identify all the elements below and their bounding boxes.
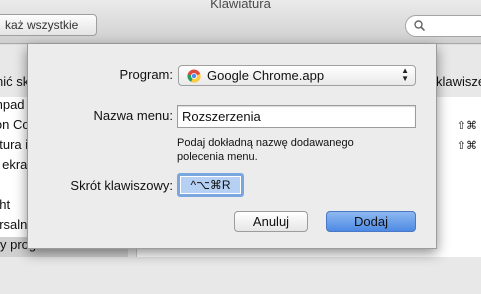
menu-name-field[interactable]: Rozszerzenia — [177, 105, 416, 128]
help-text-line: polecenia menu. — [177, 151, 258, 163]
chevron-updown-icon: ▲ ▼ — [401, 66, 409, 83]
category-item[interactable]: ght — [0, 197, 10, 217]
add-shortcut-sheet: Program: Google Chrome.app ▲ ▼ Nazwa menu… — [27, 44, 437, 249]
help-text-line: Podaj dokładną nazwę dodawanego — [177, 137, 354, 149]
shortcut-keys: ⇧⌘ — [456, 140, 477, 152]
search-input[interactable] — [405, 15, 481, 37]
show-all-button[interactable]: każ wszystkie — [0, 14, 97, 36]
hint-right: klawisze. — [436, 74, 481, 89]
chrome-icon — [187, 69, 201, 83]
search-icon — [414, 20, 425, 31]
program-popup[interactable]: Google Chrome.app ▲ ▼ — [178, 65, 416, 86]
window-title: Klawiatura — [210, 0, 271, 11]
shortcut-value: ^⌥⌘R — [181, 177, 240, 193]
program-label: Program: — [119, 67, 173, 82]
shortcut-label: Skrót klawiszowy: — [70, 178, 173, 193]
window-titlebar: Klawiatura każ wszystkie — [0, 0, 481, 44]
shortcut-field[interactable]: ^⌥⌘R — [177, 173, 244, 197]
help-text: Podaj dokładną nazwę dodawanego poleceni… — [177, 136, 407, 164]
cancel-button[interactable]: Anuluj — [234, 211, 308, 232]
program-value: Google Chrome.app — [207, 68, 325, 83]
shortcut-keys: ⇧⌘ — [456, 120, 477, 132]
menu-name-label: Nazwa menu: — [93, 108, 173, 123]
add-button[interactable]: Dodaj — [326, 211, 416, 232]
